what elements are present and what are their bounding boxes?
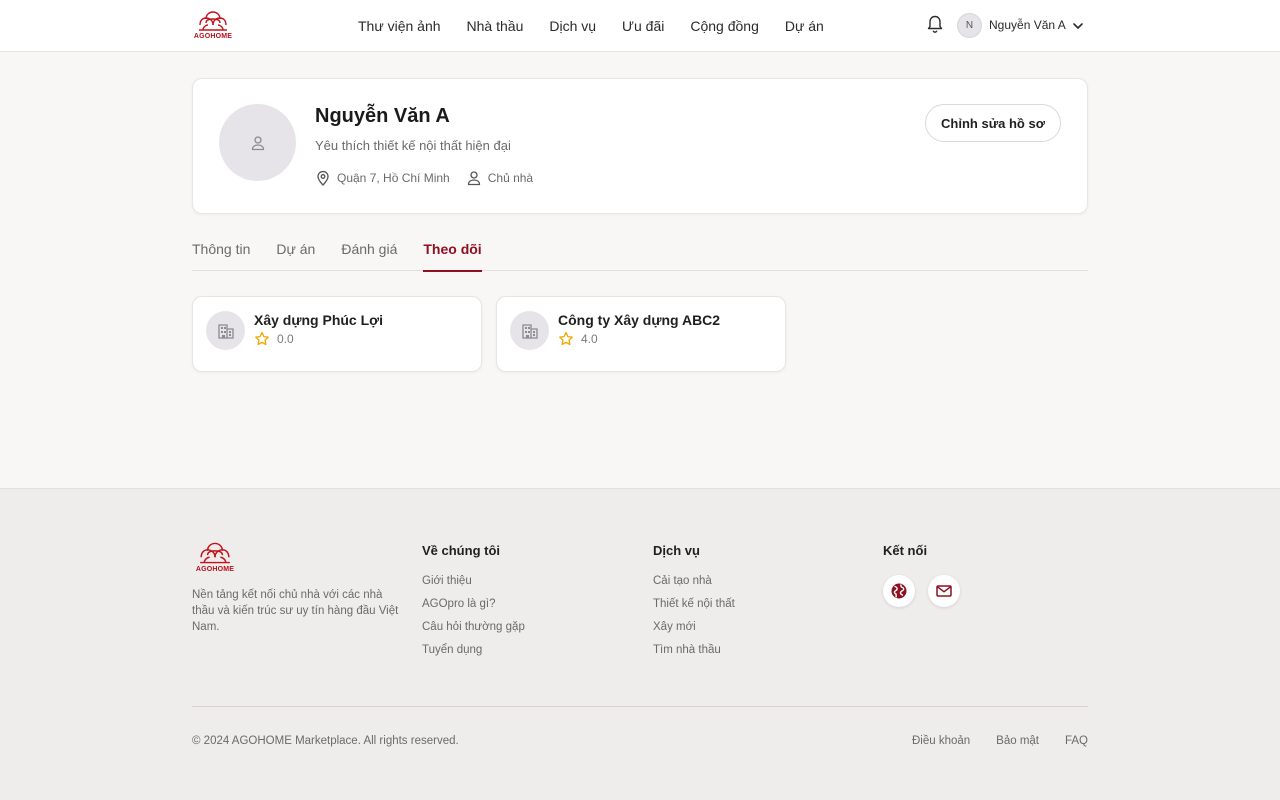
nav-item-deals[interactable]: Ưu đãi [622,18,664,34]
footer-link-legal-faq[interactable]: FAQ [1065,735,1088,747]
footer-description: Nền tảng kết nối chủ nhà với các nhà thầ… [192,589,399,633]
profile-meta: Quận 7, Hồ Chí Minh Chủ nhà [315,170,533,186]
profile-role: Chủ nhà [487,171,534,185]
tab-reviews[interactable]: Đánh giá [341,230,397,271]
nav-item-contractors[interactable]: Nhà thầu [467,18,524,34]
footer-link-renovation[interactable]: Cải tạo nhà [653,575,735,587]
footer-about: Về chúng tôi Giới thiệu AGOpro là gì? Câ… [422,543,525,667]
profile-bio: Yêu thích thiết kế nội thất hiện đại [315,138,511,153]
logo-mark-icon [199,11,227,31]
location-meta: Quận 7, Hồ Chí Minh [315,170,450,186]
footer-link-careers[interactable]: Tuyển dụng [422,644,525,656]
profile-location: Quận 7, Hồ Chí Minh [337,171,450,185]
profile-name: Nguyễn Văn A [315,105,450,127]
footer-link-new-build[interactable]: Xây mới [653,621,735,633]
footer-link-interior[interactable]: Thiết kế nội thất [653,598,735,610]
footer-connect-title: Kết nối [883,543,928,558]
main-nav: Thư viện ảnh Nhà thầu Dịch vụ Ưu đãi Cộn… [358,0,824,52]
footer-services-title: Dịch vụ [653,543,700,558]
edit-profile-button[interactable]: Chỉnh sửa hồ sơ [925,104,1061,142]
following-name: Xây dựng Phúc Lợi [254,312,383,328]
legal-links: Điều khoản Bảo mật FAQ [912,735,1088,747]
mail-icon[interactable] [928,575,960,607]
agohome-logo[interactable]: AGOHOME [192,10,234,42]
footer-link-about[interactable]: Giới thiệu [422,575,525,587]
footer-link-privacy[interactable]: Bảo mật [996,735,1039,747]
footer-link-terms[interactable]: Điều khoản [912,735,970,747]
copyright-text: © 2024 AGOHOME Marketplace. All rights r… [192,735,459,747]
tab-following[interactable]: Theo dõi [423,230,483,272]
tab-info[interactable]: Thông tin [192,230,250,271]
globe-icon[interactable] [883,575,915,607]
following-name: Công ty Xây dựng ABC2 [558,312,721,328]
following-card[interactable]: Xây dựng Phúc Lợi 0.0 [192,296,482,372]
tab-projects[interactable]: Dự án [276,230,315,271]
profile-card: Nguyễn Văn A Yêu thích thiết kế nội thất… [192,78,1088,214]
rating-value: 4.0 [581,332,598,346]
footer-link-find-contractor[interactable]: Tìm nhà thầu [653,644,735,656]
nav-item-projects[interactable]: Dự án [785,18,824,34]
nav-item-community[interactable]: Cộng đồng [690,18,759,34]
star-icon [559,331,573,346]
following-list: Xây dựng Phúc Lợi 0.0 Công ty Xây dựng A… [192,296,786,372]
nav-item-services[interactable]: Dịch vụ [549,18,596,34]
rating-value: 0.0 [277,332,294,346]
following-rating: 0.0 [254,331,294,347]
profile-avatar [219,104,296,181]
footer-link-agopro[interactable]: AGOpro là gì? [422,598,525,610]
footer-link-faq[interactable]: Câu hỏi thường gặp [422,621,525,633]
user-icon [467,171,480,186]
footer-about-title: Về chúng tôi [422,543,500,558]
user-name[interactable]: Nguyễn Văn A [989,18,1066,32]
bell-icon[interactable] [926,14,944,34]
role-meta: Chủ nhà [466,170,533,186]
footer-logo[interactable]: AGOHOME [192,541,238,575]
footer-connect: Kết nối [883,543,960,607]
building-icon [510,311,549,350]
star-icon [255,331,269,346]
building-icon [206,311,245,350]
footer-divider [192,706,1088,707]
following-rating: 4.0 [558,331,598,347]
user-placeholder-icon [251,135,264,150]
logo-text: AGOHOME [193,33,233,40]
nav-item-gallery[interactable]: Thư viện ảnh [358,18,441,34]
map-pin-icon [317,170,329,186]
chevron-down-icon[interactable] [1072,19,1084,31]
footer-services: Dịch vụ Cải tạo nhà Thiết kế nội thất Xâ… [653,543,735,667]
following-card[interactable]: Công ty Xây dựng ABC2 4.0 [496,296,786,372]
social-links [883,575,960,607]
user-avatar[interactable]: N [957,13,982,38]
profile-tabs: Thông tin Dự án Đánh giá Theo dõi [192,230,1088,272]
footer-logo-text: AGOHOME [195,566,235,573]
site-footer: AGOHOME Nền tảng kết nối chủ nhà với các… [0,488,1280,800]
logo-mark-icon [200,542,230,564]
top-header: AGOHOME Thư viện ảnh Nhà thầu Dịch vụ Ưu… [0,0,1280,52]
